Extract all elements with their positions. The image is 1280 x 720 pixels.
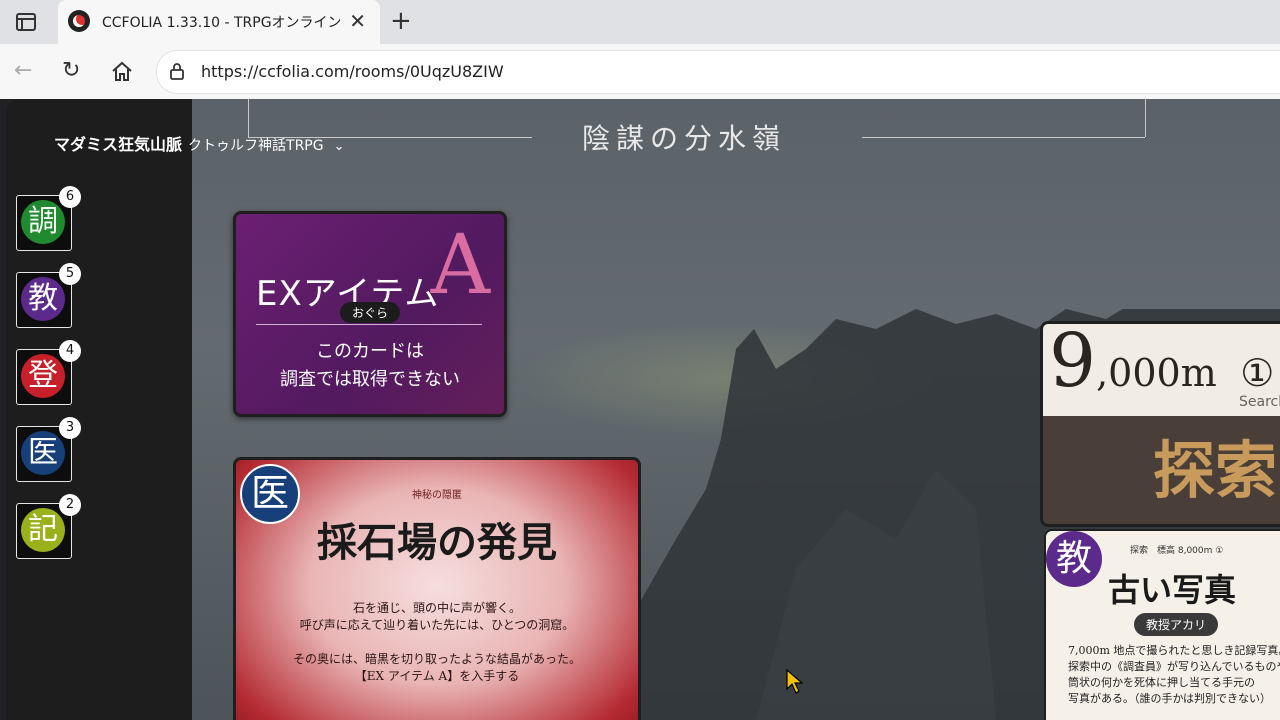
browser-tabbar: CCFOLIA 1.33.10 - TRPGオンラインセ ✕ + [0,0,1280,44]
lock-icon[interactable] [167,61,187,81]
close-tab-icon[interactable]: ✕ [349,9,366,33]
scene-header-line-right [862,137,1145,138]
tab-actions-icon[interactable] [14,10,38,34]
skill-deck-record[interactable]: 記 2 [16,494,81,559]
search-english-label: Search [1239,394,1280,410]
home-icon[interactable] [110,60,134,84]
ccfolia-favicon-icon [68,10,90,32]
photo-body-line: 写真がある。（誰の手かは判別できない） [1068,692,1272,705]
room-menu[interactable]: マダミス狂気山脈 クトゥルフ神話TRPG ⌄ [54,131,345,155]
med-card-title: 採石場の発見 [317,519,557,566]
count-badge: 5 [59,263,81,285]
altitude-label: 9,000m ① [1049,321,1275,404]
scene-title: 陰謀の分水嶺 [582,122,787,155]
med-card-subtitle: 神秘の隠匿 [412,490,462,501]
med-body-line: 呼び声に応えて辿り着いた先には、ひとつの洞窟。 [299,618,575,632]
search-card-header: 9,000m ① Search [1043,324,1280,416]
skill-deck-climb[interactable]: 登 4 [16,340,81,405]
ex-card-divider [256,324,482,325]
mouse-cursor-icon [786,669,804,694]
room-title: マダミス狂気山脈 [54,135,183,154]
medicine-card[interactable]: 医 神秘の隠匿 採石場の発見 石を通じ、頭の中に声が響く。 呼び声に応えて辿り着… [233,457,641,720]
url-text[interactable]: https://ccfolia.com/rooms/0UqzU8ZIW [201,62,504,81]
education-skill-icon: 教 [1046,531,1102,587]
ex-item-card[interactable]: A EXアイテム おぐら このカードは 調査では取得できない [233,211,507,417]
photo-body-line: 7,000m 地点で撮られたと思しき記録写真。 [1068,644,1280,657]
search-altitude-card[interactable]: 9,000m ① Search 探索 [1040,321,1280,527]
skill-glyph: 医 [21,431,65,475]
altitude-number: ① [1240,351,1275,395]
count-badge: 2 [59,494,81,516]
photo-card-subtitle: 探索 標高 8,000m ① [1130,546,1224,556]
ccfolia-room: 陰謀の分水嶺 マダミス狂気山脈 クトゥルフ神話TRPG ⌄ 調 6 教 5 登 4 … [6,99,1280,720]
ex-card-owner-tag: おぐら [340,302,401,323]
address-bar[interactable]: https://ccfolia.com/rooms/0UqzU8ZIW [156,50,1280,94]
old-photo-card[interactable]: 教 探索 標高 8,000m ① 古い写真 教授アカリ 7,000m 地点で撮ら… [1044,529,1280,720]
back-icon[interactable]: ← [14,58,32,84]
skill-glyph: 記 [21,508,65,552]
tab-title: CCFOLIA 1.33.10 - TRPGオンラインセ [102,15,340,31]
search-big-label: 探索 [1153,434,1278,507]
skill-deck-research[interactable]: 調 6 [16,186,81,251]
ex-desc-line: 調査では取得できない [280,369,460,390]
photo-body-line: 探索中の《調査員》が写り込んでいるものや、 [1068,660,1280,673]
skill-deck-education[interactable]: 教 5 [16,263,81,328]
photo-card-body: 7,000m 地点で撮られたと思しき記録写真。 探索中の《調査員》が写り込んでい… [1068,643,1280,707]
reload-icon[interactable]: ↻ [62,58,80,84]
skill-glyph: 教 [21,277,65,321]
photo-card-owner-tag: 教授アカリ [1134,613,1219,636]
med-body-line: その奥には、暗黒を切り取ったような結晶があった。 [292,652,581,666]
skill-glyph: 登 [21,354,65,398]
skill-deck-medicine[interactable]: 医 3 [16,417,81,482]
altitude-rest: ,000m [1096,351,1217,395]
altitude-big: 9 [1049,321,1097,404]
ex-card-description: このカードは 調査では取得できない [236,338,504,394]
med-body-line: 石を通じ、頭の中に声が響く。 [352,601,521,615]
chevron-down-icon[interactable]: ⌄ [334,139,345,154]
browser-tab[interactable]: CCFOLIA 1.33.10 - TRPGオンラインセ ✕ [58,0,380,44]
med-card-body: 石を通じ、頭の中に声が響く。 呼び声に応えて辿り着いた先には、ひとつの洞窟。 そ… [236,600,638,685]
ex-card-letter: A [430,218,490,313]
new-tab-icon[interactable]: + [390,7,412,35]
count-badge: 3 [59,417,81,439]
photo-body-line: 筒状の何かを死体に押し当てる手元の [1068,676,1255,689]
room-subtitle: クトゥルフ神話TRPG [188,138,324,154]
photo-card-title: 古い写真 [1108,571,1237,609]
browser-toolbar: ← ↻ https://ccfolia.com/rooms/0UqzU8ZIW [0,44,1280,99]
med-body-line: 【EX アイテム A】を入手する [354,669,520,683]
ex-desc-line: このカードは [316,341,424,362]
count-badge: 4 [59,340,81,362]
count-badge: 6 [59,186,81,208]
left-panel: マダミス狂気山脈 クトゥルフ神話TRPG ⌄ 調 6 教 5 登 4 医 3 記 2 [6,99,345,720]
skill-glyph: 調 [21,200,65,244]
